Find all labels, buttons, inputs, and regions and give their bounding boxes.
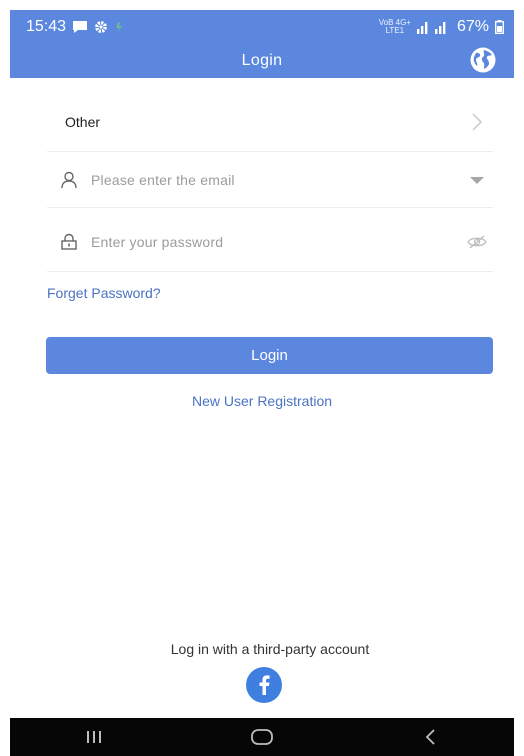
chevron-down-icon[interactable] bbox=[461, 175, 493, 185]
password-row bbox=[47, 212, 493, 272]
network-type: VoB 4G+ LTE1 bbox=[379, 19, 411, 35]
system-nav-bar bbox=[10, 718, 514, 756]
facebook-icon[interactable] bbox=[246, 667, 282, 703]
chevron-right-icon bbox=[461, 112, 493, 132]
battery-icon bbox=[495, 20, 504, 34]
gear-icon bbox=[94, 20, 108, 34]
globe-icon[interactable] bbox=[468, 45, 498, 75]
forget-password-link[interactable]: Forget Password? bbox=[47, 285, 161, 301]
eye-off-icon[interactable] bbox=[461, 235, 493, 249]
new-user-registration-link[interactable]: New User Registration bbox=[0, 393, 524, 409]
recent-apps-button[interactable] bbox=[64, 718, 124, 756]
region-selector[interactable]: Other bbox=[47, 92, 493, 152]
home-button[interactable] bbox=[232, 718, 292, 756]
status-left: 15:43 bbox=[26, 18, 124, 36]
user-icon bbox=[47, 170, 91, 190]
battery-level: 67% bbox=[456, 18, 489, 35]
back-button[interactable] bbox=[400, 718, 460, 756]
signal-icon bbox=[416, 20, 451, 34]
lock-icon bbox=[47, 232, 91, 252]
page-title: Login bbox=[241, 52, 283, 69]
app-bar: Login bbox=[10, 44, 514, 78]
third-party-label: Log in with a third-party account bbox=[170, 641, 370, 657]
network-type-bottom: LTE1 bbox=[385, 26, 405, 35]
status-bar: 15:43 VoB 4G+ LTE1 67% bbox=[10, 10, 514, 44]
region-label: Other bbox=[65, 113, 101, 130]
login-button[interactable]: Login bbox=[46, 337, 493, 374]
status-right: VoB 4G+ LTE1 67% bbox=[379, 18, 504, 36]
password-input[interactable] bbox=[91, 233, 461, 250]
email-row bbox=[47, 152, 493, 208]
message-icon bbox=[72, 20, 88, 34]
status-time: 15:43 bbox=[26, 18, 67, 35]
email-input[interactable] bbox=[91, 171, 461, 188]
notification-dot-icon bbox=[114, 21, 124, 33]
